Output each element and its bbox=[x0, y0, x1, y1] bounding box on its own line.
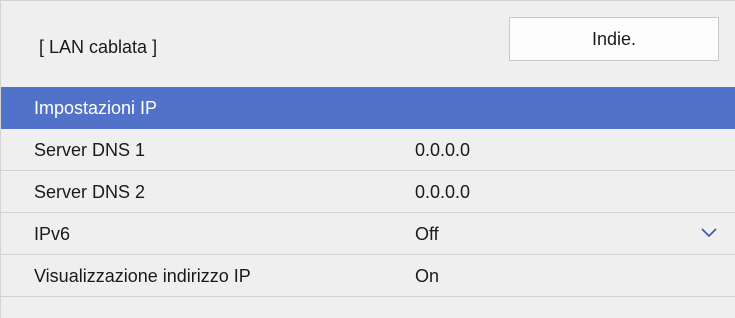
menu-item-label: Server DNS 1 bbox=[34, 140, 146, 160]
menu-item-label: Server DNS 2 bbox=[34, 182, 146, 202]
back-button[interactable]: Indie. bbox=[509, 17, 719, 61]
settings-list: Impostazioni IP Server DNS 1 0.0.0.0 Ser… bbox=[1, 87, 735, 297]
menu-item-dns-server-2[interactable]: Server DNS 2 0.0.0.0 bbox=[1, 171, 735, 213]
menu-item-value: On bbox=[415, 266, 440, 286]
menu-item-label: IPv6 bbox=[34, 224, 71, 244]
menu-item-value: Off bbox=[415, 224, 439, 244]
menu-item-ip-settings[interactable]: Impostazioni IP bbox=[1, 87, 735, 129]
chevron-down-icon[interactable] bbox=[701, 225, 717, 241]
settings-panel: [ LAN cablata ] Indie. Impostazioni IP S… bbox=[0, 0, 735, 318]
menu-item-value: 0.0.0.0 bbox=[415, 182, 471, 202]
menu-item-label: Visualizzazione indirizzo IP bbox=[34, 266, 251, 286]
menu-item-ip-address-display[interactable]: Visualizzazione indirizzo IP On bbox=[1, 255, 735, 297]
menu-item-dns-server-1[interactable]: Server DNS 1 0.0.0.0 bbox=[1, 129, 735, 171]
page-title: [ LAN cablata ] bbox=[39, 37, 158, 57]
panel-header: [ LAN cablata ] Indie. bbox=[1, 1, 735, 87]
menu-item-value: 0.0.0.0 bbox=[415, 140, 471, 160]
menu-item-ipv6[interactable]: IPv6 Off bbox=[1, 213, 735, 255]
menu-item-label: Impostazioni IP bbox=[34, 98, 158, 118]
